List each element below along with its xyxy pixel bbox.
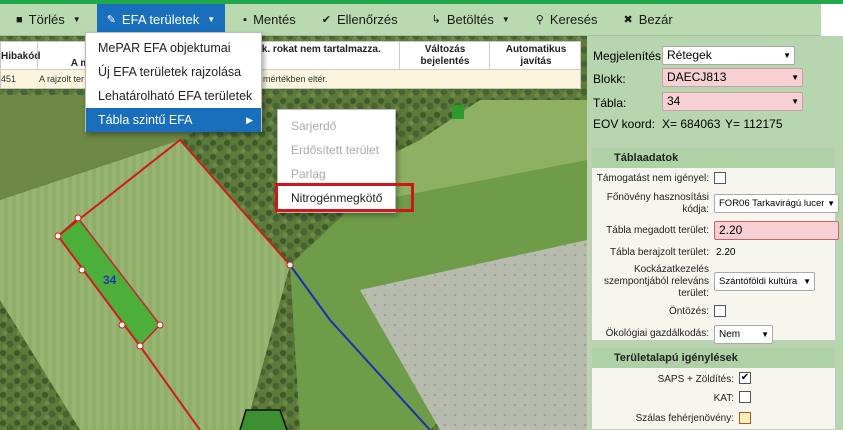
save-button[interactable]: ▪ Mentés [233,4,306,35]
load-label: Betöltés [446,12,494,27]
eov-x: X= 684063 [662,117,721,131]
menu-item-label: Új EFA területek rajzolása [98,65,242,79]
menu-item-mepar[interactable]: MePAR EFA objektumai [86,36,261,60]
save-label: Mentés [253,12,296,27]
chevron-down-icon: ▼ [72,15,81,24]
chevron-down-icon: ▼ [791,97,799,106]
risk-label-1: Kockázatkezelés [633,264,709,275]
drawn-area-value: 2.20 [716,247,736,258]
block-label: Blokk: [593,72,626,86]
load-menu[interactable]: ↳ Betöltés ▼ [422,4,520,35]
submenu-item-sarjerdo[interactable]: Sarjerdő [291,119,336,133]
declared-area-input[interactable]: 2.20 [714,221,839,240]
risk-value: Szántóföldi kultúra [719,276,798,287]
menu-item-definable-efa[interactable]: Lehatárolható EFA területek [86,84,261,108]
risk-select[interactable]: Szántóföldi kultúra ▼ [714,272,815,291]
efa-dropdown-menu: MePAR EFA objektumai Új EFA területek ra… [85,32,262,132]
submenu-item-erdositett[interactable]: Erdősített terület [291,143,379,157]
chevron-down-icon: ▼ [761,330,769,339]
drawn-area-label: Tábla berajzolt terület: [610,247,709,258]
kat-label: KAT: [713,393,734,404]
delete-label: Törlés [28,12,65,27]
table-label: Tábla: [593,96,627,110]
col-auto-fix: Automatikus javítás [505,44,567,67]
support-checkbox[interactable] [714,172,726,184]
risk-label-2: szempontjából releváns [603,276,709,287]
menu-item-label: MePAR EFA objektumai [98,41,231,55]
eov-y: Y= 112175 [725,117,783,131]
chevron-down-icon: ▼ [824,195,835,212]
close-button[interactable]: ✖ Bezár [614,4,683,35]
check-icon: ✔ [740,372,750,383]
pencil-icon: ✎ [106,14,116,26]
check-label: Ellenőrzés [336,12,398,27]
eco-label: Ökológiai gazdálkodás: [605,328,709,339]
crop-label-1: Főnövény hasznosítási [606,192,709,203]
cell-desc: A rajzolt ter [39,74,85,84]
efa-areas-label: EFA területek [121,12,200,27]
chevron-down-icon: ▼ [783,51,791,60]
col-detail: ák. rokat nem tartalmazza. [256,44,381,55]
irrigation-checkbox[interactable] [714,305,726,317]
chevron-down-icon: ▼ [207,15,216,24]
declared-area-label: Tábla megadott terület: [606,225,709,236]
menu-item-new-efa[interactable]: Új EFA területek rajzolása [86,60,261,84]
chevron-down-icon: ▼ [803,277,811,286]
crop-select[interactable]: FOR06 Tarkavirágú lucer ▼ [714,194,839,213]
parcel-label: 34 [103,273,117,287]
menu-item-label: Tábla szintű EFA [98,113,193,127]
display-label: Megjelenítés: [593,49,665,63]
check-icon: ✔ [321,14,331,26]
menu-item-label: Lehatárolható EFA területek [98,89,253,103]
menu-item-table-level-efa[interactable]: Tábla szintű EFA ▶ [86,108,261,132]
chevron-right-icon: ▶ [246,115,253,125]
cell-detail: mértékben eltér. [263,74,328,84]
saps-checkbox[interactable]: ✔ [739,372,751,384]
chevron-down-icon: ▼ [501,15,510,24]
col-error-code: Hibakód [1,51,41,62]
close-label: Bezár [638,12,673,27]
saps-label: SAPS + Zöldítés: [657,374,734,385]
protein-crop-checkbox[interactable] [739,412,751,424]
irrigation-label: Öntözés: [668,306,709,317]
block-select[interactable]: DAECJ813 ▼ [662,68,803,87]
eco-value: Nem [719,329,741,340]
display-select[interactable]: Rétegek ▼ [662,46,795,65]
protein-crop-label: Szálas fehérjenövény: [635,413,734,424]
search-label: Keresés [549,12,598,27]
crop-label-2: kódja: [682,204,709,215]
submenu-item-parlag[interactable]: Parlag [291,167,326,181]
eov-label: EOV koord: [593,117,656,131]
delete-menu[interactable]: ■ Törlés ▼ [0,4,91,35]
load-icon: ↳ [431,14,441,26]
trash-icon: ■ [16,13,23,26]
risk-label-3: terület: [678,288,709,299]
section-title: Területalapú igénylések [592,348,835,368]
col-change-report: Változás bejelentés [420,44,470,67]
search-button[interactable]: ⚲ Keresés [526,4,608,35]
save-icon: ▪ [243,13,248,26]
efa-areas-menu[interactable]: ✎ EFA területek ▼ [96,4,226,35]
close-icon: ✖ [623,14,633,26]
section-title: Táblaadatok [592,148,835,168]
declared-area-value: 2.20 [719,223,743,237]
eco-select[interactable]: Nem ▼ [714,325,773,344]
chevron-down-icon: ▼ [791,73,799,82]
table-select[interactable]: 34 ▼ [662,92,803,111]
cell-code: 451 [1,74,17,84]
block-value: DAECJ813 [667,70,727,84]
highlight-box [275,183,414,212]
support-label: Támogatást nem igényel: [596,173,709,184]
search-icon: ⚲ [535,14,544,26]
crop-value: FOR06 Tarkavirágú lucer [719,198,825,209]
kat-checkbox[interactable] [739,391,751,403]
check-button[interactable]: ✔ Ellenőrzés [312,4,408,35]
table-value: 34 [667,94,681,108]
display-value: Rétegek [667,48,712,62]
